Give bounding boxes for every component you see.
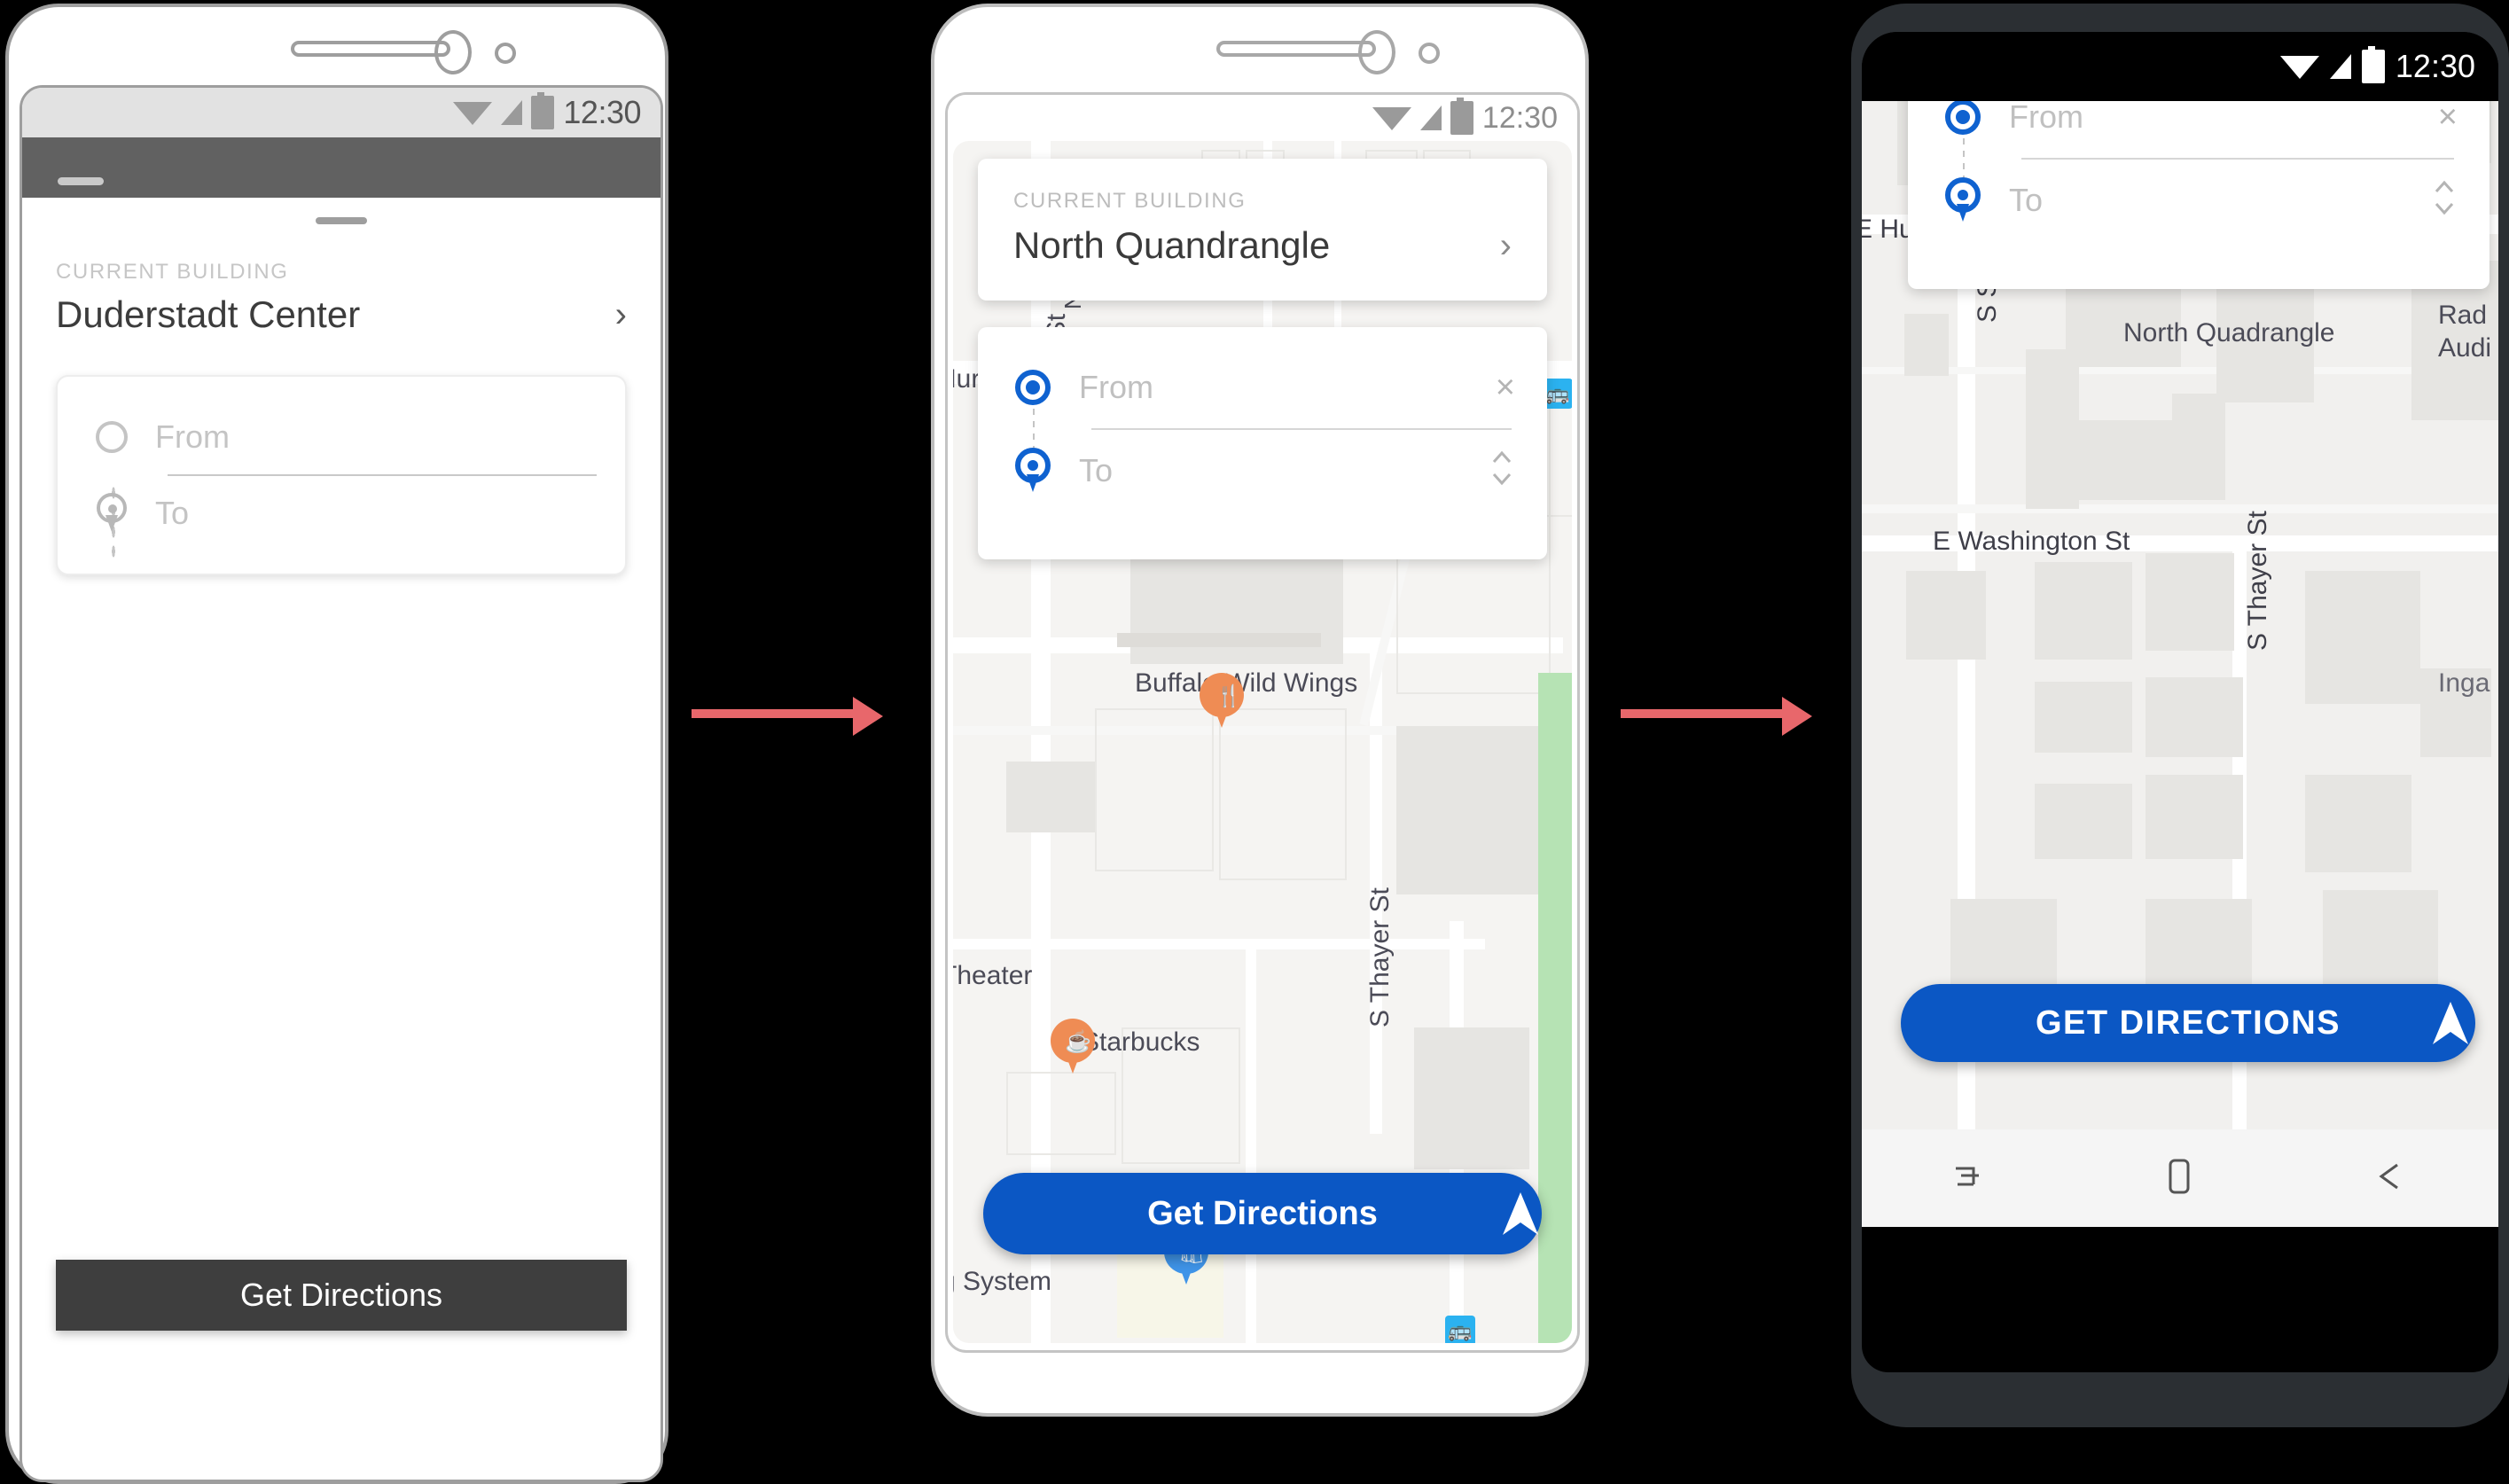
status-bar: 12:30 [1862,32,2498,101]
sheet-grabber-handle[interactable] [316,217,367,224]
current-building-name: North Quandrangle [1013,224,1331,266]
sensor-icon [495,43,516,64]
to-row[interactable]: To [1908,160,2489,241]
battery-icon [2361,46,2385,83]
recents-icon[interactable] [1947,1156,1988,1201]
signal-icon [501,100,523,125]
map-poi-label: Buffalo Wild Wings [1135,668,1358,698]
map-label: g System [953,1267,1052,1296]
sensor-icon [1419,43,1440,64]
route-card: From To [56,375,627,575]
current-building-row[interactable]: Duderstadt Center › [56,293,627,336]
map-label: Inga [2438,668,2490,698]
map-poi-pin-cafe[interactable]: ☕ [1051,1019,1095,1075]
from-row[interactable]: From [58,400,625,474]
signal-icon [2329,54,2351,79]
status-bar: 12:30 [948,95,1577,141]
screenshot-canvas: 12:30 CURRENT BUILDING Duderstadt Center… [0,0,2509,1484]
wifi-icon [453,102,493,125]
from-input[interactable]: From [1986,101,2438,136]
earpiece-speaker-icon [1216,41,1376,57]
current-building-label: CURRENT BUILDING [1013,189,1247,213]
status-clock: 12:30 [563,94,641,130]
current-building-row[interactable]: North Quandrangle › [1013,224,1512,267]
from-input[interactable]: From [136,418,230,456]
circle-outline-icon [88,421,136,453]
get-directions-button[interactable]: Get Directions [983,1173,1542,1254]
front-camera-icon [434,30,472,74]
blue-pin-icon [1940,177,1986,223]
map-label: S Thayer St [2243,511,2272,651]
blue-pin-icon [1010,448,1056,494]
route-card: From × To [978,327,1547,559]
battery-icon [531,92,555,129]
app-bar [22,137,660,198]
get-directions-label: GET DIRECTIONS [2035,1004,2341,1042]
from-input[interactable]: From [1056,369,1496,406]
clear-from-icon[interactable]: × [1496,371,1515,404]
get-directions-button[interactable]: Get Directions [56,1260,627,1331]
signal-icon [1419,105,1442,130]
phone-mockup-map-dark: 12:30 E North Quadrangle Rad Audi E Wash… [1851,4,2509,1427]
map-poi-pin-restaurant[interactable]: 🍴 [1200,673,1244,730]
phone-mockup-wireframe: 12:30 CURRENT BUILDING Duderstadt Center… [5,4,668,1484]
status-clock: 12:30 [1481,100,1558,135]
target-ring-icon [1010,370,1056,405]
to-input[interactable]: To [136,495,189,532]
phone3-screen: 12:30 E North Quadrangle Rad Audi E Wash… [1862,32,2498,1372]
chevron-right-icon[interactable]: › [1500,228,1512,263]
from-row[interactable]: From × [1908,101,2489,158]
android-navigation-bar [1862,1129,2498,1227]
swap-vertical-glyph [2435,180,2454,215]
home-icon[interactable] [2158,1153,2199,1204]
map-canvas: Huron St E Huron St S State St N S N Nor… [953,141,1572,1343]
phone1-screen: 12:30 CURRENT BUILDING Duderstadt Center… [20,85,663,1482]
get-directions-label: Get Directions [239,1277,443,1313]
back-icon[interactable] [2369,1156,2413,1201]
app-bar-handle [58,177,104,185]
map-label: E Washington St [1933,527,2130,556]
front-camera-icon [1358,30,1395,74]
wifi-icon [1372,107,1411,130]
current-building-name: Duderstadt Center [56,293,361,335]
route-card: From × To [1908,101,2489,289]
swap-vertical-icon[interactable] [2431,174,2458,228]
from-row[interactable]: From × [978,347,1547,428]
earpiece-speaker-icon [291,41,450,57]
swap-vertical-icon[interactable] [1489,444,1515,498]
map-view[interactable]: ate E Huron St S State St North Quadrang… [1862,101,2498,1129]
phone1-hardware-row [9,30,665,83]
swap-vertical-glyph [1492,450,1512,485]
status-bar: 12:30 [22,88,660,137]
map-poi-label: North Quadrangle [2123,318,2335,348]
to-row[interactable]: To [58,476,625,551]
to-row[interactable]: To [978,430,1547,512]
map-label: Rad [2438,301,2488,330]
battery-icon [1450,98,1473,135]
current-building-label: CURRENT BUILDING [56,260,289,284]
current-building-card[interactable]: CURRENT BUILDING North Quandrangle › [978,159,1547,301]
bottom-sheet: CURRENT BUILDING Duderstadt Center › Fro… [22,198,660,575]
get-directions-label: Get Directions [1147,1194,1378,1232]
map-view[interactable]: Huron St E Huron St S State St N S N Nor… [953,141,1572,1343]
bus-stop-icon[interactable]: 🚌 [1445,1316,1475,1343]
map-label: Audi [2438,333,2492,363]
to-input[interactable]: To [1056,452,1489,489]
get-directions-button[interactable]: GET DIRECTIONS [1901,984,2475,1062]
to-input[interactable]: To [1986,182,2431,219]
clear-from-icon[interactable]: × [2438,101,2458,134]
target-ring-icon [1940,101,1986,135]
status-clock: 12:30 [2395,48,2475,84]
chevron-right-icon[interactable]: › [615,297,627,332]
map-pin-icon [88,493,136,534]
phone-mockup-map-light: 12:30 Buffalo Wild Wings heater Starbuck… [931,4,1589,1417]
phone2-screen: 12:30 Buffalo Wild Wings heater Starbuck… [945,92,1580,1353]
map-label: S Thayer St [1365,887,1395,1027]
wifi-icon [2279,56,2319,79]
map-label: Theater [953,961,1033,990]
map-poi-label: Starbucks [1082,1027,1200,1057]
